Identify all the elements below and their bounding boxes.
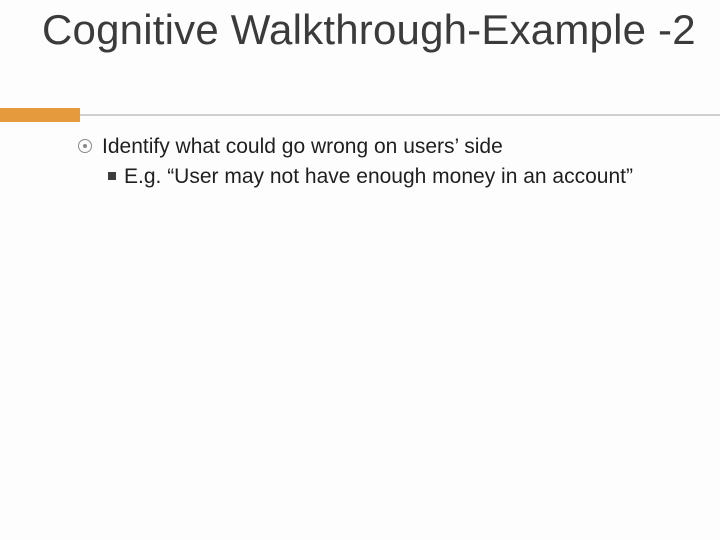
bullet-level-1: Identify what could go wrong on users’ s… (78, 134, 690, 160)
title-container: Cognitive Walkthrough-Example -2 (42, 6, 700, 54)
bullet-level-2: E.g. “User may not have enough money in … (108, 164, 690, 190)
bullet-level-2-text: E.g. “User may not have enough money in … (124, 164, 633, 190)
square-bullet-icon (108, 172, 116, 180)
divider-line (0, 114, 720, 116)
slide-body: Identify what could go wrong on users’ s… (78, 134, 690, 191)
title-divider (0, 108, 720, 122)
slide: Cognitive Walkthrough-Example -2 Identif… (0, 0, 720, 540)
slide-title: Cognitive Walkthrough-Example -2 (42, 6, 700, 54)
bullet-level-1-text: Identify what could go wrong on users’ s… (102, 134, 503, 160)
divider-accent (0, 108, 80, 122)
circle-dot-icon (78, 139, 92, 153)
